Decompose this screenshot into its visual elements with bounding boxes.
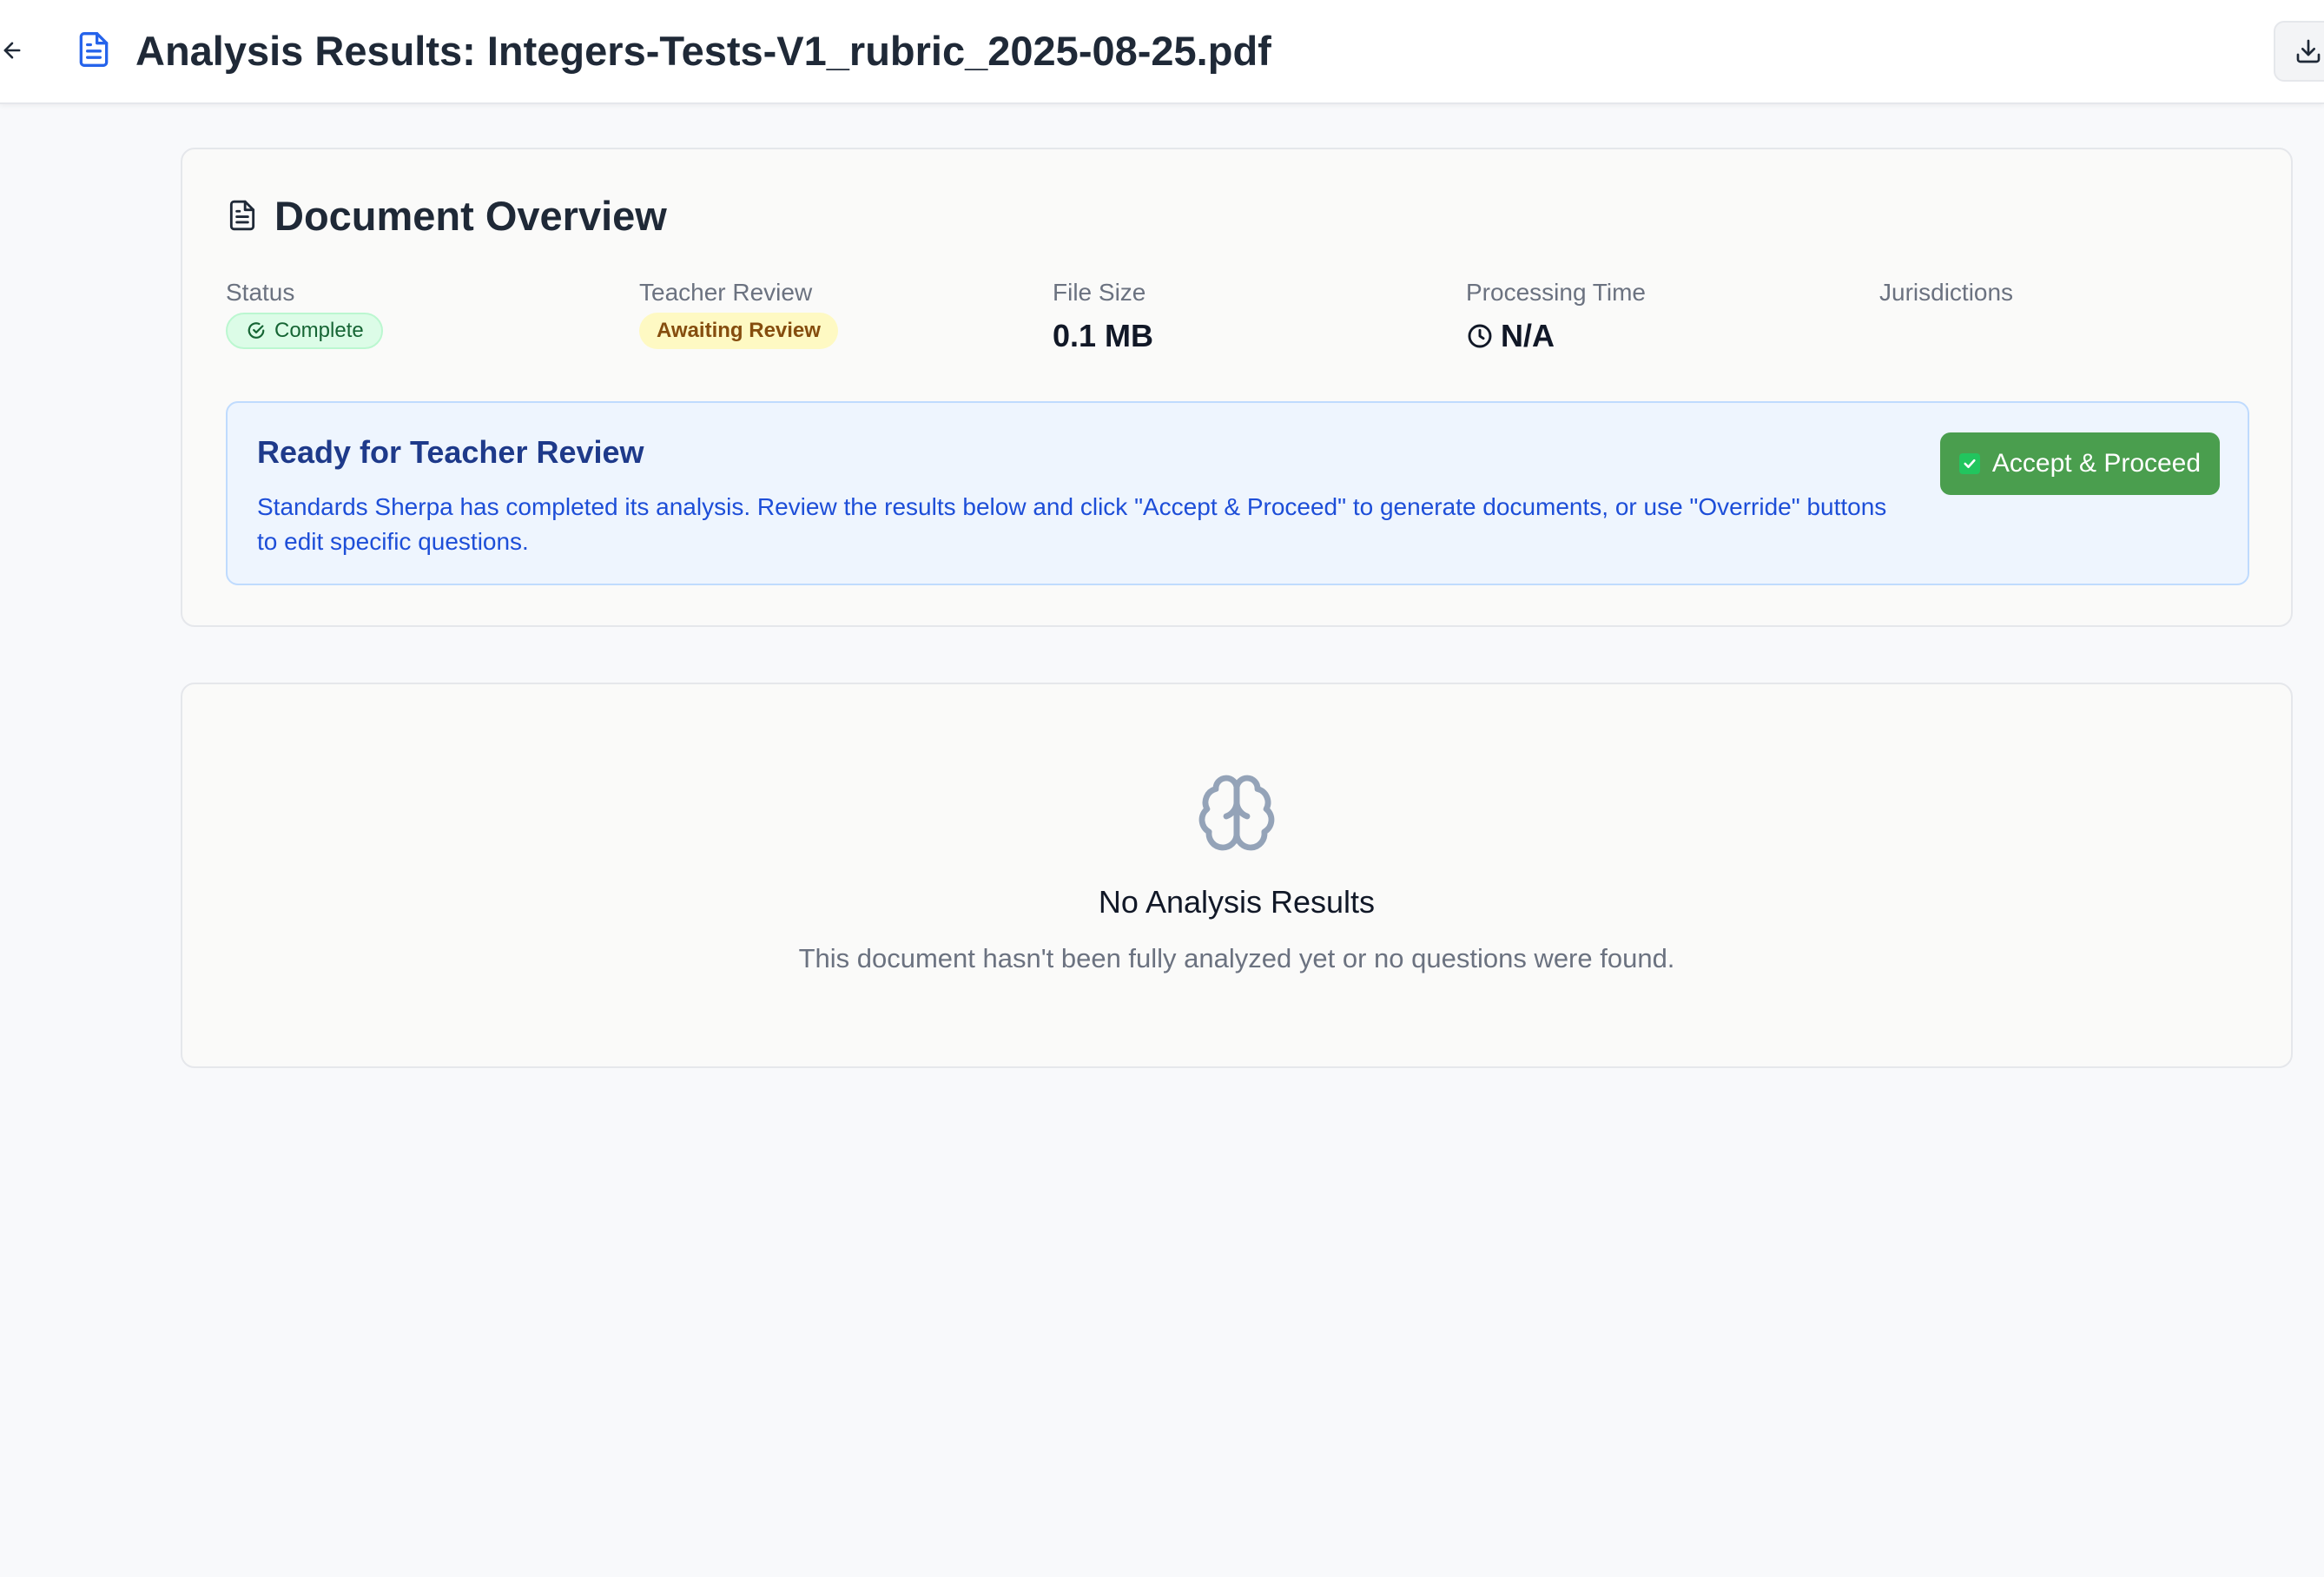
stat-label: Teacher Review xyxy=(639,279,813,306)
stat-jurisdictions: Jurisdictions xyxy=(1879,278,2013,318)
document-overview-card: Document Overview Status Complete Teache… xyxy=(181,148,2293,627)
analysis-results-card: No Analysis Results This document hasn't… xyxy=(181,683,2293,1068)
stat-file-size: File Size 0.1 MB xyxy=(1053,278,1153,354)
stat-processing-time: Processing Time N/A xyxy=(1466,278,1646,354)
processing-time-text: N/A xyxy=(1501,318,1555,353)
stat-label: Jurisdictions xyxy=(1879,279,2014,306)
teacher-review-notice: Ready for Teacher Review Standards Sherp… xyxy=(226,401,2249,585)
stat-status: Status Complete xyxy=(226,278,383,349)
review-notice-text: Standards Sherpa has completed its analy… xyxy=(257,493,1887,555)
status-badge-label: Complete xyxy=(274,319,364,342)
file-size-value: 0.1 MB xyxy=(1053,318,1154,353)
page-title: Analysis Results: Integers-Tests-V1_rubr… xyxy=(135,28,1271,74)
arrow-left-icon xyxy=(3,42,21,59)
accept-proceed-button[interactable]: Accept & Proceed xyxy=(1940,432,2220,495)
review-notice-title: Ready for Teacher Review xyxy=(257,434,644,470)
stat-teacher-review: Teacher Review Awaiting Review xyxy=(639,278,838,349)
download-button[interactable] xyxy=(2274,21,2324,82)
brain-icon xyxy=(1198,775,1275,851)
stat-label: File Size xyxy=(1053,279,1146,306)
status-badge: Complete xyxy=(226,313,383,349)
stat-label: Processing Time xyxy=(1466,279,1646,306)
empty-state-text: This document hasn't been fully analyzed… xyxy=(798,943,1675,973)
processing-time-value: N/A xyxy=(1466,318,1646,354)
clock-icon xyxy=(1468,324,1492,348)
review-badge: Awaiting Review xyxy=(639,313,838,349)
empty-state-title: No Analysis Results xyxy=(1098,884,1376,920)
accept-proceed-label: Accept & Proceed xyxy=(1991,449,2202,478)
review-badge-label: Awaiting Review xyxy=(657,319,821,342)
check-box-icon xyxy=(1958,453,1980,474)
top-bar: Analysis Results: Integers-Tests-V1_rubr… xyxy=(0,0,2324,104)
stat-label: Status xyxy=(226,279,295,306)
card-header: Document Overview xyxy=(226,191,667,240)
file-text-icon xyxy=(229,200,255,231)
download-icon xyxy=(2296,39,2321,63)
card-title: Document Overview xyxy=(274,192,667,239)
back-button[interactable] xyxy=(0,33,24,68)
file-text-icon xyxy=(79,32,109,67)
check-circle-icon xyxy=(248,322,265,339)
